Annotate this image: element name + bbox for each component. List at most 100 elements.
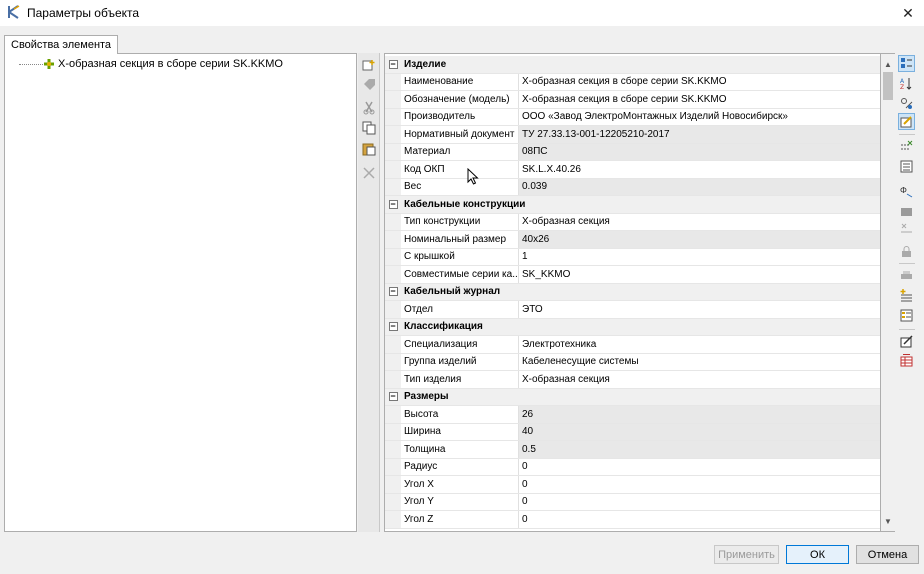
- property-name: Тип изделия: [401, 371, 519, 388]
- property-name: Вес: [401, 178, 519, 195]
- scroll-thumb[interactable]: [883, 72, 893, 100]
- add-element-button[interactable]: [361, 58, 377, 74]
- property-row[interactable]: Код ОКП SK.L.X.40.26: [385, 161, 880, 179]
- delete-table-button[interactable]: [898, 352, 915, 369]
- category-row[interactable]: − Кабельный журнал: [385, 283, 880, 301]
- remove-button[interactable]: [898, 220, 915, 237]
- property-row[interactable]: Отдел ЭТО: [385, 301, 880, 319]
- property-value[interactable]: 26: [519, 406, 880, 423]
- hide-properties-button[interactable]: [898, 138, 915, 155]
- property-row[interactable]: Угол X0: [385, 476, 880, 494]
- delete-icon: [363, 167, 375, 179]
- paste-button[interactable]: [361, 141, 377, 157]
- sort-alphabetical-icon: AZ: [900, 78, 912, 90]
- list-view-button[interactable]: [898, 158, 915, 175]
- category-row[interactable]: − Изделие: [385, 56, 880, 74]
- property-name: Высота: [401, 406, 519, 423]
- property-value[interactable]: 40: [519, 423, 880, 440]
- property-row[interactable]: Тип изделия Х-образная секция: [385, 371, 880, 389]
- collapse-toggle[interactable]: −: [385, 56, 401, 73]
- property-value[interactable]: 0.039: [519, 178, 880, 195]
- element-tree: Х-образная секция в сборе серии SK.KKMO: [4, 53, 357, 532]
- tree-item[interactable]: Х-образная секция в сборе серии SK.KKMO: [5, 56, 283, 72]
- property-row[interactable]: Тип конструкции Х-образная секция: [385, 213, 880, 231]
- property-value[interactable]: 1: [519, 249, 880, 266]
- copy-button[interactable]: [361, 120, 377, 136]
- printer-button[interactable]: [898, 267, 915, 284]
- filter-properties-icon: [901, 98, 913, 109]
- folder-button[interactable]: [898, 203, 915, 220]
- property-row[interactable]: Толщина 0.5: [385, 441, 880, 459]
- property-value[interactable]: ТУ 27.33.13-001-12205210-2017: [519, 126, 880, 143]
- property-value[interactable]: 0: [519, 511, 880, 528]
- property-row[interactable]: Угол Y0: [385, 493, 880, 511]
- filter-properties-button[interactable]: [898, 95, 915, 112]
- property-row[interactable]: С крышкой 1: [385, 248, 880, 266]
- tab-element-properties[interactable]: Свойства элемента: [4, 35, 119, 54]
- collapse-toggle[interactable]: −: [385, 284, 401, 301]
- property-value[interactable]: 0: [519, 459, 880, 476]
- sort-alphabetical-button[interactable]: AZ: [898, 75, 915, 92]
- collapse-toggle[interactable]: −: [385, 389, 401, 406]
- tag-button[interactable]: [361, 77, 377, 93]
- element-node-icon: [44, 59, 54, 69]
- add-property-button[interactable]: [898, 287, 915, 304]
- grid-toolbar: AZ Ф: [896, 53, 918, 532]
- category-row[interactable]: − Кабельные конструкции: [385, 196, 880, 214]
- property-value[interactable]: SK.L.X.40.26: [519, 161, 880, 178]
- property-row[interactable]: Обозначение (модель) Х-образная секция в …: [385, 91, 880, 109]
- category-row[interactable]: − Классификация: [385, 318, 880, 336]
- row-gutter: [385, 301, 401, 318]
- property-row[interactable]: Производитель ООО «Завод ЭлектроМонтажных…: [385, 108, 880, 126]
- lock-button[interactable]: [898, 243, 915, 260]
- property-value[interactable]: SK_KKMO: [519, 266, 880, 283]
- property-row[interactable]: Наименование Х-образная секция в сборе се…: [385, 73, 880, 91]
- property-value[interactable]: Х-образная секция в сборе серии SK.KKMO: [519, 74, 880, 91]
- attribute-button[interactable]: Ф: [898, 183, 915, 200]
- property-row[interactable]: Материал 08ПС: [385, 143, 880, 161]
- close-button[interactable]: ✕: [892, 0, 924, 26]
- apply-button[interactable]: Применить: [714, 545, 779, 564]
- property-row[interactable]: Нормативный документ ТУ 27.33.13-001-1220…: [385, 126, 880, 144]
- property-row[interactable]: Совместимые серии ка... SK_KKMO: [385, 266, 880, 284]
- property-value[interactable]: ООО «Завод ЭлектроМонтажных Изделий Ново…: [519, 109, 880, 126]
- collapse-toggle[interactable]: −: [385, 196, 401, 213]
- scroll-down-button[interactable]: ▼: [881, 514, 895, 528]
- property-value[interactable]: ЭТО: [519, 301, 880, 318]
- property-value[interactable]: Х-образная секция в сборе серии SK.KKMO: [519, 91, 880, 108]
- property-row[interactable]: Ширина 40: [385, 423, 880, 441]
- property-row[interactable]: Номинальный размер 40х26: [385, 231, 880, 249]
- minus-icon: −: [388, 198, 398, 209]
- property-row[interactable]: Вес 0.039: [385, 178, 880, 196]
- ok-button[interactable]: ОК: [786, 545, 849, 564]
- cancel-button[interactable]: Отмена: [856, 545, 919, 564]
- property-row[interactable]: Специализация Электротехника: [385, 336, 880, 354]
- scroll-up-button[interactable]: ▲: [881, 57, 895, 71]
- row-gutter: [385, 178, 401, 195]
- property-value[interactable]: 08ПС: [519, 143, 880, 160]
- row-gutter: [385, 441, 401, 458]
- property-value[interactable]: Кабеленесущие системы: [519, 354, 880, 371]
- property-value[interactable]: 40х26: [519, 231, 880, 248]
- property-value[interactable]: Х-образная секция: [519, 371, 880, 388]
- delete-button[interactable]: [361, 165, 377, 181]
- property-value[interactable]: Х-образная секция: [519, 214, 880, 231]
- edit-properties-button[interactable]: [898, 113, 915, 130]
- property-value[interactable]: 0: [519, 494, 880, 511]
- property-row[interactable]: Группа изделий Кабеленесущие системы: [385, 353, 880, 371]
- export-button[interactable]: [898, 333, 915, 350]
- row-gutter: [385, 108, 401, 125]
- vertical-scrollbar[interactable]: ▲ ▼: [881, 53, 895, 532]
- property-row[interactable]: Радиус 0: [385, 458, 880, 476]
- property-list-button[interactable]: [898, 307, 915, 324]
- categorized-view-button[interactable]: [898, 55, 915, 72]
- property-row[interactable]: Угол Z0: [385, 511, 880, 529]
- cut-button[interactable]: [361, 100, 377, 116]
- category-label: Изделие: [404, 58, 447, 70]
- category-row[interactable]: − Размеры: [385, 388, 880, 406]
- property-row[interactable]: Высота 26: [385, 406, 880, 424]
- collapse-toggle[interactable]: −: [385, 319, 401, 336]
- property-value[interactable]: 0.5: [519, 441, 880, 458]
- property-value[interactable]: 0: [519, 476, 880, 493]
- property-value[interactable]: Электротехника: [519, 336, 880, 353]
